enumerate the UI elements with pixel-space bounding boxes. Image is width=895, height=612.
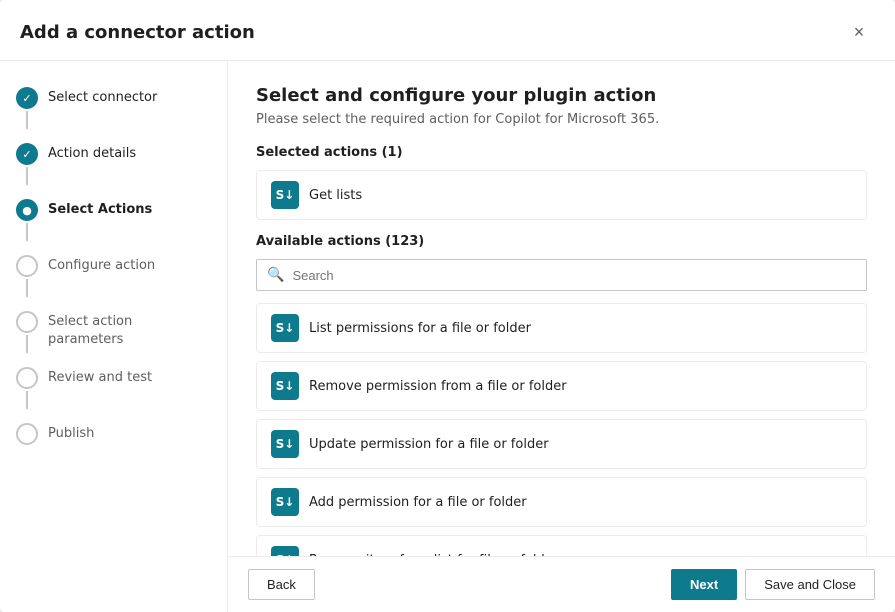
available-action-label-1: Remove permission from a file or folder [309,379,567,394]
step-indicator-wrap-select-actions: ● [16,199,38,243]
available-action-label-2: Update permission for a file or folder [309,437,549,452]
back-button[interactable]: Back [248,569,315,600]
step-indicator-wrap-select-connector: ✓ [16,87,38,131]
selected-actions-label: Selected actions (1) [256,145,867,160]
next-button[interactable]: Next [671,569,737,600]
available-action-icon-3: S↓ [271,488,299,516]
selected-action-card[interactable]: S↓ Get lists [256,170,867,220]
modal-header: Add a connector action × [0,0,895,61]
footer-right: Next Save and Close [671,569,875,600]
step-connector-configure-action [26,279,28,297]
sidebar-step-select-connector[interactable]: ✓ Select connector [0,81,227,137]
available-action-icon-4: S↓ [271,546,299,556]
step-indicator-wrap-select-action-parameters [16,311,38,355]
step-label-publish: Publish [48,423,94,443]
footer-left: Back [248,569,315,600]
step-label-select-connector: Select connector [48,87,157,107]
step-circle-publish [16,423,38,445]
save-close-button[interactable]: Save and Close [745,569,875,600]
step-connector-review-and-test [26,391,28,409]
step-label-select-actions: Select Actions [48,199,152,219]
sidebar-step-select-action-parameters: Select action parameters [0,305,227,361]
search-box: 🔍 [256,259,867,291]
search-icon: 🔍 [267,267,284,283]
step-circle-action-details: ✓ [16,143,38,165]
step-indicator-wrap-publish [16,423,38,445]
available-action-icon-2: S↓ [271,430,299,458]
step-label-action-details: Action details [48,143,136,163]
selected-action-icon: S↓ [271,181,299,209]
available-action-card-3[interactable]: S↓ Add permission for a file or folder [256,477,867,527]
step-connector-action-details [26,167,28,185]
available-action-icon-0: S↓ [271,314,299,342]
step-label-configure-action: Configure action [48,255,155,275]
available-action-card-0[interactable]: S↓ List permissions for a file or folder [256,303,867,353]
available-action-icon-1: S↓ [271,372,299,400]
step-connector-select-action-parameters [26,335,28,353]
sidebar-step-publish: Publish [0,417,227,451]
available-action-label-0: List permissions for a file or folder [309,321,531,336]
modal-body: ✓ Select connector ✓ Action details ● Select … [0,61,895,612]
step-connector-select-actions [26,223,28,241]
content-area: Select and configure your plugin action … [228,61,895,556]
step-connector-select-connector [26,111,28,129]
close-button[interactable]: × [843,16,875,48]
available-action-label-3: Add permission for a file or folder [309,495,527,510]
modal-title: Add a connector action [20,22,255,43]
step-circle-select-action-parameters [16,311,38,333]
sidebar-step-review-and-test: Review and test [0,361,227,417]
step-circle-select-actions: ● [16,199,38,221]
available-action-card-4[interactable]: S↓Remove item from list for file or fold… [256,535,867,556]
sidebar-step-configure-action: Configure action [0,249,227,305]
step-label-review-and-test: Review and test [48,367,152,387]
sidebar-step-action-details[interactable]: ✓ Action details [0,137,227,193]
content-subtitle: Please select the required action for Co… [256,112,867,127]
step-indicator-wrap-configure-action [16,255,38,299]
main-content: Select and configure your plugin action … [228,61,895,612]
available-actions-list: S↓List permissions for a file or folderS… [256,303,867,556]
sidebar: ✓ Select connector ✓ Action details ● Select … [0,61,228,612]
selected-action-label: Get lists [309,188,362,203]
step-circle-review-and-test [16,367,38,389]
step-indicator-wrap-review-and-test [16,367,38,411]
step-circle-select-connector: ✓ [16,87,38,109]
step-label-select-action-parameters: Select action parameters [48,311,211,349]
available-action-card-2[interactable]: S↓ Update permission for a file or folder [256,419,867,469]
sidebar-step-select-actions[interactable]: ● Select Actions [0,193,227,249]
content-title: Select and configure your plugin action [256,85,867,106]
add-connector-modal: Add a connector action × ✓ Select connect… [0,0,895,612]
available-actions-label: Available actions (123) [256,234,867,249]
modal-footer: Back Next Save and Close [228,556,895,612]
step-indicator-wrap-action-details: ✓ [16,143,38,187]
step-circle-configure-action [16,255,38,277]
available-action-card-1[interactable]: S↓ Remove permission from a file or folde… [256,361,867,411]
search-input[interactable] [292,268,856,283]
